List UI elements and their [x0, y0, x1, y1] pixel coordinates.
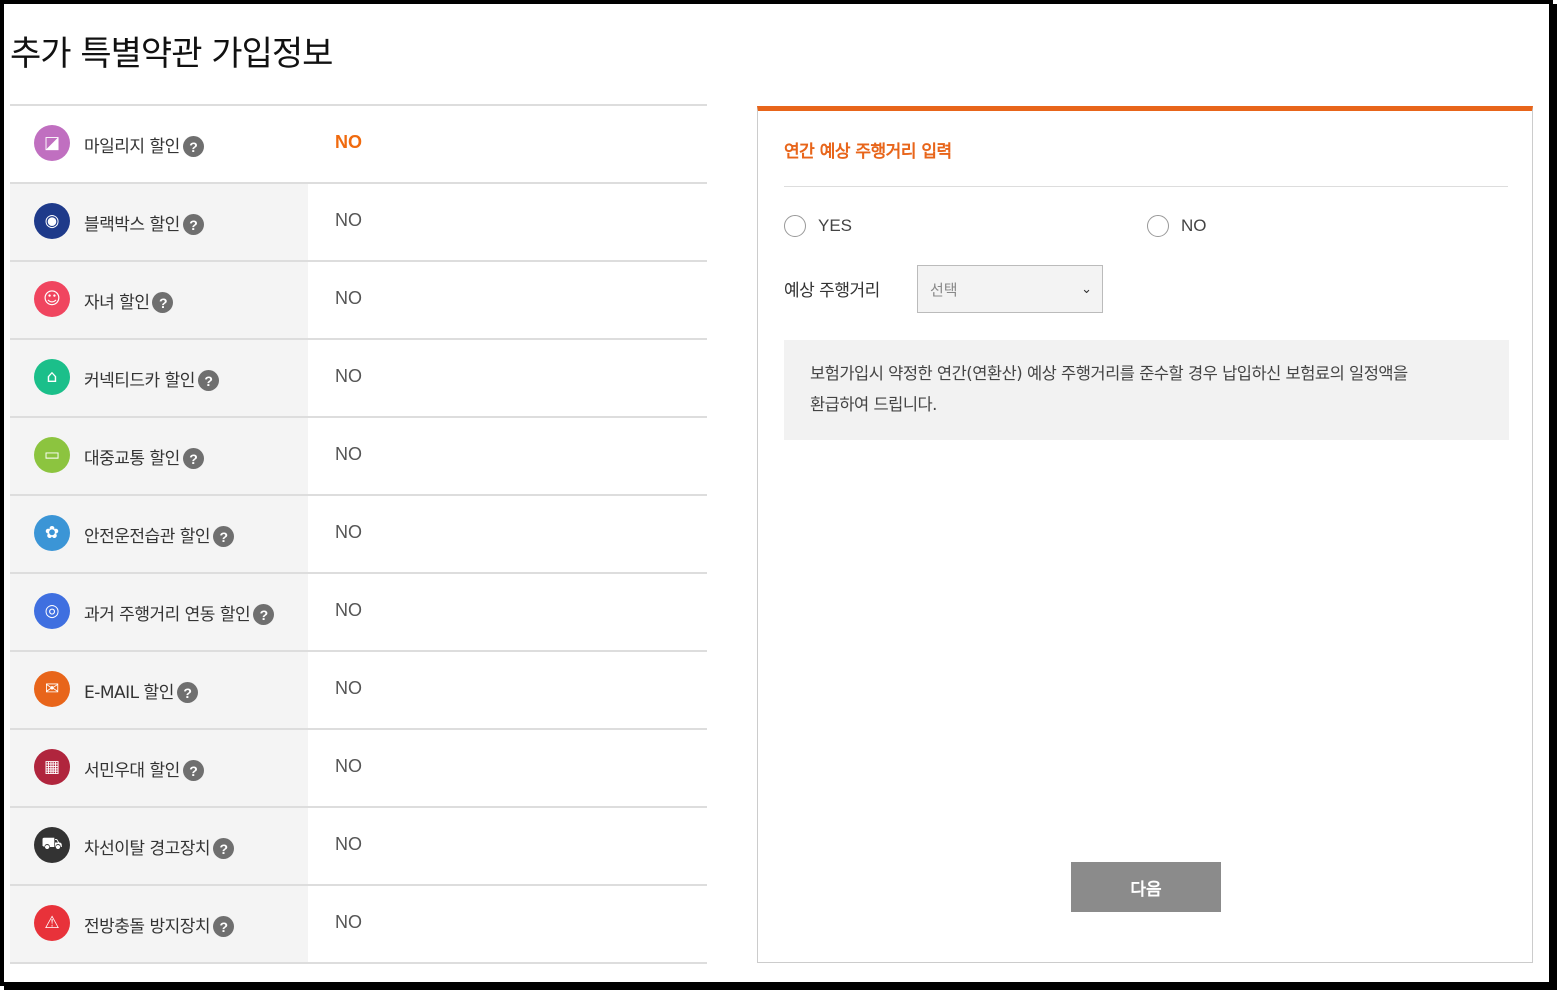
discount-value: NO — [335, 132, 362, 152]
discount-label-cell: ⚠ 전방충돌 방지장치? — [10, 886, 308, 962]
discount-row: ⛟ 차선이탈 경고장치? NO — [10, 808, 707, 886]
discount-label-text: 서민우대 할인 — [84, 761, 180, 781]
bus-icon: ▭ — [34, 437, 70, 473]
connected-car-icon: ⌂ — [34, 359, 70, 395]
discount-label-text: 대중교통 할인 — [84, 449, 180, 469]
mileage-icon: ◪ — [34, 125, 70, 161]
discount-label-cell: ✉ E-MAIL 할인? — [10, 652, 308, 728]
distance-select-value: 선택 — [930, 280, 958, 299]
panel-divider — [784, 186, 1508, 187]
discount-label-cell: ⌂ 커넥티드카 할인? — [10, 340, 308, 416]
help-icon[interactable]: ? — [213, 916, 235, 937]
distance-label: 예상 주행거리 — [784, 281, 880, 301]
collision-icon: ⚠ — [34, 905, 70, 941]
discount-value: NO — [335, 522, 362, 542]
help-icon[interactable]: ? — [182, 136, 204, 157]
discount-label: 커넥티드카 할인? — [84, 366, 219, 391]
odometer-icon: ◎ — [34, 593, 70, 629]
page-title: 추가 특별약관 가입정보 — [10, 34, 333, 74]
discount-label-text: 자녀 할인 — [84, 293, 150, 313]
discount-label: 마일리지 할인? — [84, 132, 204, 157]
help-icon[interactable]: ? — [152, 292, 174, 313]
safe-driving-icon: ✿ — [34, 515, 70, 551]
yes-radio[interactable]: YES — [784, 215, 852, 237]
discount-value: NO — [335, 834, 362, 854]
discount-label-cell: ☺ 자녀 할인? — [10, 262, 308, 338]
help-icon[interactable]: ? — [253, 604, 275, 625]
discount-label: 자녀 할인? — [84, 288, 174, 313]
discount-row: ⚠ 전방충돌 방지장치? NO — [10, 886, 707, 964]
help-icon[interactable]: ? — [197, 370, 219, 391]
discount-row: ☺ 자녀 할인? NO — [10, 262, 707, 340]
discount-label-cell: ✿ 안전운전습관 할인? — [10, 496, 308, 572]
discount-list: ◪ 마일리지 할인? NO ◉ 블랙박스 할인? NO ☺ 자녀 할인? NO ⌂ 커넥티드카 할인… — [10, 104, 707, 964]
discount-row: ◪ 마일리지 할인? NO — [10, 106, 707, 184]
discount-label-cell: ⛟ 차선이탈 경고장치? — [10, 808, 308, 884]
help-icon[interactable]: ? — [213, 526, 235, 547]
discount-value: NO — [335, 444, 362, 464]
mileage-panel: 연간 예상 주행거리 입력 YES NO 예상 주행거리 선택 ⌄ 보험가입시 … — [757, 106, 1533, 963]
email-icon: ✉ — [34, 671, 70, 707]
discount-value: NO — [335, 288, 362, 308]
help-icon[interactable]: ? — [176, 682, 198, 703]
discount-label-text: 차선이탈 경고장치 — [84, 839, 211, 859]
discount-label: 안전운전습관 할인? — [84, 522, 235, 547]
yes-radio-circle[interactable] — [784, 215, 806, 237]
discount-label-text: 전방충돌 방지장치 — [84, 917, 211, 937]
discount-row: ✿ 안전운전습관 할인? NO — [10, 496, 707, 574]
help-icon[interactable]: ? — [182, 448, 204, 469]
discount-label-text: E-MAIL 할인 — [84, 683, 174, 703]
discount-label: E-MAIL 할인? — [84, 678, 198, 703]
discount-row: ▦ 서민우대 할인? NO — [10, 730, 707, 808]
next-button[interactable]: 다음 — [1071, 862, 1221, 912]
discount-row: ⌂ 커넥티드카 할인? NO — [10, 340, 707, 418]
store-icon: ▦ — [34, 749, 70, 785]
discount-label-cell: ◎ 과거 주행거리 연동 할인? — [10, 574, 308, 650]
help-icon[interactable]: ? — [182, 760, 204, 781]
discount-value: NO — [335, 678, 362, 698]
discount-row: ▭ 대중교통 할인? NO — [10, 418, 707, 496]
chevron-down-icon: ⌄ — [1081, 281, 1092, 297]
yes-radio-label: YES — [818, 216, 853, 235]
discount-label: 전방충돌 방지장치? — [84, 912, 235, 937]
help-icon[interactable]: ? — [213, 838, 235, 859]
discount-label-cell: ▭ 대중교통 할인? — [10, 418, 308, 494]
discount-label-cell: ▦ 서민우대 할인? — [10, 730, 308, 806]
discount-label: 과거 주행거리 연동 할인? — [84, 600, 275, 625]
notice-box: 보험가입시 약정한 연간(연환산) 예상 주행거리를 준수할 경우 납입하신 보… — [784, 340, 1509, 440]
notice-line-1: 보험가입시 약정한 연간(연환산) 예상 주행거리를 준수할 경우 납입하신 보… — [810, 364, 1408, 383]
discount-value: NO — [335, 756, 362, 776]
window-frame: 추가 특별약관 가입정보 ◪ 마일리지 할인? NO ◉ 블랙박스 할인? NO ☺ 자녀 할… — [0, 0, 1553, 986]
discount-label: 대중교통 할인? — [84, 444, 204, 469]
discount-value: NO — [335, 912, 362, 932]
discount-label-text: 안전운전습관 할인 — [84, 527, 211, 547]
discount-label-text: 커넥티드카 할인 — [84, 371, 195, 391]
distance-select[interactable]: 선택 ⌄ — [917, 265, 1103, 313]
discount-label-text: 마일리지 할인 — [84, 137, 180, 157]
help-icon[interactable]: ? — [182, 214, 204, 235]
no-radio[interactable]: NO — [1147, 215, 1207, 237]
discount-value: NO — [335, 600, 362, 620]
no-radio-label: NO — [1181, 216, 1207, 235]
discount-row: ✉ E-MAIL 할인? NO — [10, 652, 707, 730]
discount-label: 블랙박스 할인? — [84, 210, 204, 235]
discount-row: ◎ 과거 주행거리 연동 할인? NO — [10, 574, 707, 652]
discount-value: NO — [335, 210, 362, 230]
discount-label-cell: ◉ 블랙박스 할인? — [10, 184, 308, 260]
discount-label: 서민우대 할인? — [84, 756, 204, 781]
discount-label: 차선이탈 경고장치? — [84, 834, 235, 859]
discount-label-cell: ◪ 마일리지 할인? — [10, 106, 308, 182]
child-icon: ☺ — [34, 281, 70, 317]
blackbox-icon: ◉ — [34, 203, 70, 239]
discount-label-text: 과거 주행거리 연동 할인 — [84, 605, 251, 625]
discount-row: ◉ 블랙박스 할인? NO — [10, 184, 707, 262]
discount-label-text: 블랙박스 할인 — [84, 215, 180, 235]
panel-title: 연간 예상 주행거리 입력 — [784, 142, 952, 162]
lane-departure-icon: ⛟ — [34, 827, 70, 863]
no-radio-circle[interactable] — [1147, 215, 1169, 237]
notice-line-2: 환급하여 드립니다. — [810, 395, 937, 414]
discount-value: NO — [335, 366, 362, 386]
